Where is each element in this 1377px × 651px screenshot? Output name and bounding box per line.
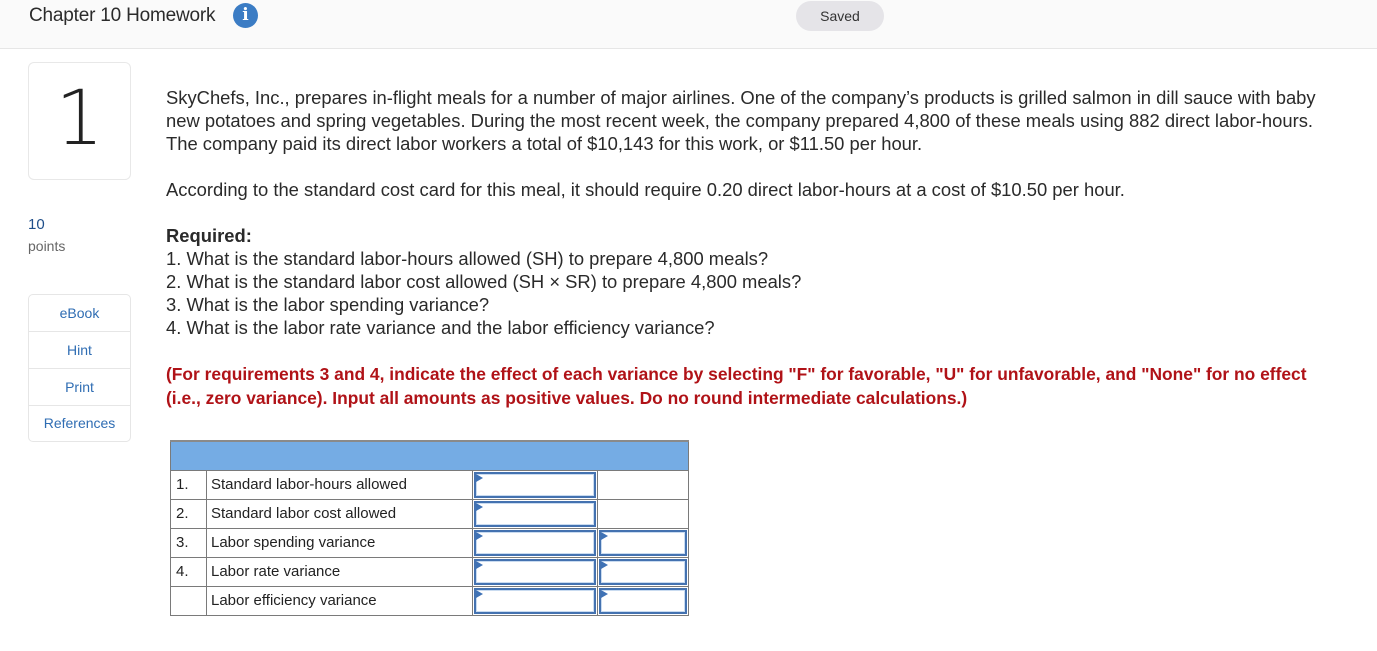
top-bar: Chapter 10 Homework i Saved (0, 0, 1377, 49)
question-number-card: 1 (28, 62, 131, 180)
table-row: Labor efficiency variance (170, 585, 689, 616)
row-label: Labor spending variance (206, 527, 473, 558)
info-icon[interactable]: i (233, 3, 258, 28)
ebook-button[interactable]: eBook (29, 295, 130, 332)
table-row: 2. Standard labor cost allowed (170, 498, 689, 529)
requirement-item: 3. What is the labor spending variance? (166, 294, 490, 315)
rate-variance-amount-input[interactable] (474, 558, 596, 585)
standard-labor-cost-input[interactable] (474, 500, 596, 527)
answer-table: 1. Standard labor-hours allowed 2. Stand… (170, 440, 689, 616)
problem-paragraph: SkyChefs, Inc., prepares in-flight meals… (166, 87, 1316, 154)
spending-variance-effect-select[interactable] (599, 529, 687, 556)
amount-input[interactable] (476, 560, 594, 583)
effect-select[interactable] (601, 589, 685, 612)
table-header-row (170, 440, 689, 471)
row-label: Standard labor-hours allowed (206, 469, 473, 500)
requirement-item: 4. What is the labor rate variance and t… (166, 317, 715, 338)
instructions-text: (For requirements 3 and 4, indicate the … (166, 364, 1307, 408)
saved-status-badge: Saved (796, 1, 884, 31)
assignment-title: Chapter 10 Homework (29, 5, 216, 26)
amount-input[interactable] (476, 502, 594, 525)
efficiency-variance-effect-select[interactable] (599, 587, 687, 614)
effect-select[interactable] (601, 531, 685, 554)
hint-button[interactable]: Hint (29, 332, 130, 369)
print-button[interactable]: Print (29, 369, 130, 406)
row-label: Standard labor cost allowed (206, 498, 473, 529)
question-content: SkyChefs, Inc., prepares in-flight meals… (166, 86, 1346, 410)
row-label: Labor rate variance (206, 556, 473, 587)
row-label: Labor efficiency variance (206, 585, 473, 616)
question-number: 1 (55, 73, 104, 162)
effect-select[interactable] (601, 560, 685, 583)
row-number (170, 585, 207, 616)
amount-input[interactable] (476, 531, 594, 554)
amount-input[interactable] (476, 589, 594, 612)
efficiency-variance-amount-input[interactable] (474, 587, 596, 614)
requirement-item: 2. What is the standard labor cost allow… (166, 271, 802, 292)
row-number: 2. (170, 498, 207, 529)
table-row: 4. Labor rate variance (170, 556, 689, 587)
requirement-item: 1. What is the standard labor-hours allo… (166, 248, 769, 269)
empty-cell (597, 498, 689, 529)
references-button[interactable]: References (29, 406, 130, 441)
points-label: points (28, 238, 66, 254)
amount-input[interactable] (476, 473, 594, 496)
standard-cost-paragraph: According to the standard cost card for … (166, 179, 1125, 200)
question-tools-menu: eBook Hint Print References (28, 294, 131, 442)
row-number: 1. (170, 469, 207, 500)
standard-labor-hours-input[interactable] (474, 471, 596, 498)
row-number: 4. (170, 556, 207, 587)
row-number: 3. (170, 527, 207, 558)
points-value: 10 (28, 216, 45, 233)
table-row: 3. Labor spending variance (170, 527, 689, 558)
spending-variance-amount-input[interactable] (474, 529, 596, 556)
table-row: 1. Standard labor-hours allowed (170, 469, 689, 500)
rate-variance-effect-select[interactable] (599, 558, 687, 585)
empty-cell (597, 469, 689, 500)
required-heading: Required: (166, 225, 252, 246)
